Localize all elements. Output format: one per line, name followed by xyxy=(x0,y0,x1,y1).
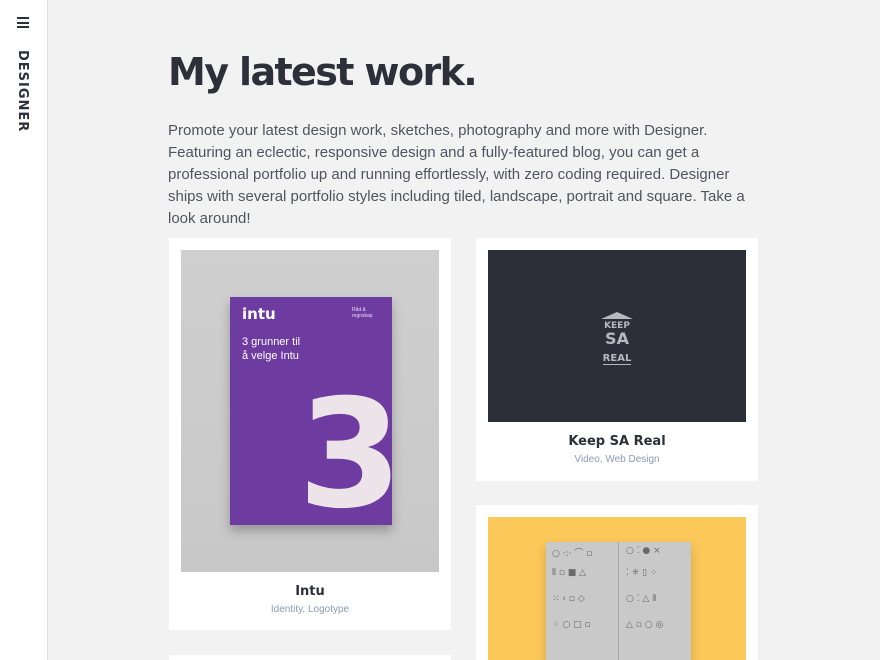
page-title: My latest work. xyxy=(168,50,478,94)
category-link[interactable]: Web Design xyxy=(605,454,659,465)
brochure-headline-line2: å velge Intu xyxy=(242,350,299,362)
brochure-headline: 3 grunner til å velge Intu xyxy=(242,335,300,363)
brochure-big-number: 3 xyxy=(298,368,403,542)
project-title[interactable]: Intu xyxy=(169,584,451,599)
project-thumbnail[interactable]: KEEP SA REAL xyxy=(488,250,746,422)
logo-line2: SA xyxy=(605,329,629,348)
portfolio-card-keep-sa-real[interactable]: KEEP SA REAL Keep SA Real Video, Web Des… xyxy=(476,238,758,481)
portfolio-card-notebook[interactable]: ○ ·:· ⌒ ▫ ○ ⁚ ● ⨯ ⦀ ▫ ■ △ ⁚ ✳ ▯ ⁘ ⁙ ‹ ▫ … xyxy=(476,505,758,660)
intu-logo: intu xyxy=(242,305,276,323)
category-link[interactable]: Video xyxy=(574,454,599,465)
logo-line3: REAL xyxy=(602,353,632,365)
brochure-tagline: Råd & regnskap xyxy=(352,307,373,319)
keep-sa-real-logo: KEEP SA REAL xyxy=(597,321,637,365)
house-roof-icon xyxy=(601,312,633,319)
category-link[interactable]: Logotype xyxy=(308,604,349,615)
intro-paragraph: Promote your latest design work, sketche… xyxy=(168,122,745,227)
portfolio-card-intu[interactable]: intu Råd & regnskap 3 grunner til å velg… xyxy=(169,238,451,630)
project-title[interactable]: Keep SA Real xyxy=(476,434,758,449)
hamburger-menu-icon[interactable] xyxy=(17,17,29,28)
keep-sa-real-image: KEEP SA REAL xyxy=(488,250,746,422)
site-brand[interactable]: DESIGNER xyxy=(15,50,30,132)
category-link[interactable]: Identity xyxy=(271,604,303,615)
portfolio-card-partial[interactable] xyxy=(169,655,451,660)
notebook-image: ○ ·:· ⌒ ▫ ○ ⁚ ● ⨯ ⦀ ▫ ■ △ ⁚ ✳ ▯ ⁘ ⁙ ‹ ▫ … xyxy=(488,517,746,660)
sidebar: DESIGNER xyxy=(0,0,48,660)
project-categories: Video, Web Design xyxy=(574,454,660,465)
brochure-headline-line1: 3 grunner til xyxy=(242,336,301,348)
open-notebook: ○ ·:· ⌒ ▫ ○ ⁚ ● ⨯ ⦀ ▫ ■ △ ⁚ ✳ ▯ ⁘ ⁙ ‹ ▫ … xyxy=(546,542,691,660)
project-thumbnail[interactable]: intu Råd & regnskap 3 grunner til å velg… xyxy=(181,250,439,572)
intu-brochure-image: intu Råd & regnskap 3 grunner til å velg… xyxy=(181,250,439,572)
brochure: intu Råd & regnskap 3 grunner til å velg… xyxy=(230,297,402,530)
project-categories: Identity, Logotype xyxy=(270,604,350,615)
project-thumbnail[interactable]: ○ ·:· ⌒ ▫ ○ ⁚ ● ⨯ ⦀ ▫ ■ △ ⁚ ✳ ▯ ⁘ ⁙ ‹ ▫ … xyxy=(488,517,746,660)
